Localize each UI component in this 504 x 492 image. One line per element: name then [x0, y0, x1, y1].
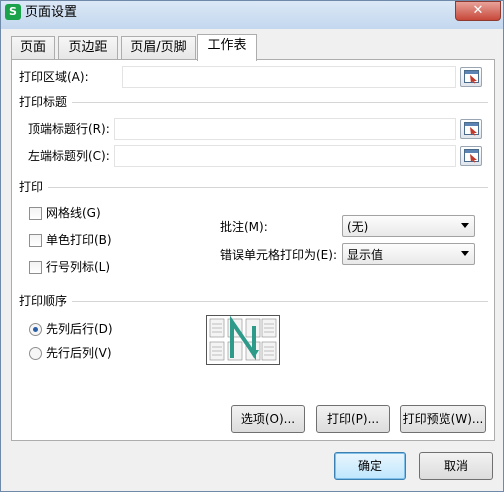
over-then-down-radio[interactable] [29, 347, 42, 360]
print-titles-heading: 打印标题 [19, 95, 68, 109]
dropdown-arrow-icon [461, 223, 469, 228]
tab-sheet[interactable]: 工作表 [197, 34, 257, 61]
range-select-icon [464, 149, 479, 163]
over-then-down-label: 先行后列(V) [46, 346, 112, 360]
down-then-over-radio[interactable] [29, 323, 42, 336]
wps-app-icon: S [5, 4, 21, 20]
print-titles-divider [72, 102, 488, 103]
print-area-picker-button[interactable] [460, 67, 482, 87]
row-col-headings-checkbox[interactable] [29, 261, 42, 274]
page-order-illustration [209, 315, 277, 361]
gridlines-label: 网格线(G) [46, 206, 101, 220]
tab-margins[interactable]: 页边距 [58, 36, 118, 60]
left-cols-picker-button[interactable] [460, 146, 482, 166]
range-select-icon [464, 122, 479, 136]
window-title: 页面设置 [25, 5, 78, 20]
dropdown-arrow-icon [461, 251, 469, 256]
gridlines-checkbox[interactable] [29, 207, 42, 220]
black-white-checkbox[interactable] [29, 234, 42, 247]
print-heading: 打印 [19, 180, 44, 194]
cell-errors-label: 错误单元格打印为(E): [220, 248, 337, 262]
options-button[interactable]: 选项(O)... [231, 405, 305, 433]
comments-value: (无) [347, 220, 369, 234]
top-title-rows-input[interactable] [114, 118, 456, 140]
page-setup-dialog: S 页面设置 ✕ 页面 页边距 页眉/页脚 工作表 打印区域(A): 打印标题 … [0, 0, 504, 492]
top-rows-label: 顶端标题行(R): [28, 122, 110, 136]
down-then-over-label: 先列后行(D) [46, 322, 113, 336]
ok-button[interactable]: 确定 [334, 452, 406, 480]
top-rows-picker-button[interactable] [460, 119, 482, 139]
cell-errors-select[interactable]: 显示值 [342, 243, 475, 265]
comments-label: 批注(M): [220, 220, 268, 234]
page-order-heading: 打印顺序 [19, 294, 68, 308]
left-cols-label: 左端标题列(C): [28, 149, 110, 163]
print-divider [48, 187, 488, 188]
close-button[interactable]: ✕ [455, 1, 501, 21]
black-white-label: 单色打印(B) [46, 233, 112, 247]
cancel-button[interactable]: 取消 [419, 452, 493, 480]
tab-page[interactable]: 页面 [11, 36, 55, 60]
row-col-headings-label: 行号列标(L) [46, 260, 111, 274]
print-preview-button[interactable]: 打印预览(W)... [400, 405, 486, 433]
page-order-preview [206, 315, 280, 365]
tab-header-footer[interactable]: 页眉/页脚 [121, 36, 196, 60]
range-select-icon [464, 70, 479, 84]
cell-errors-value: 显示值 [347, 248, 384, 262]
print-button[interactable]: 打印(P)... [316, 405, 390, 433]
sheet-tab-panel: 打印区域(A): 打印标题 顶端标题行(R): 左端标题列(C): 打印 网格线… [11, 59, 495, 441]
print-area-label: 打印区域(A): [19, 70, 89, 84]
print-area-input[interactable] [122, 66, 456, 88]
comments-select[interactable]: (无) [342, 215, 475, 237]
left-title-cols-input[interactable] [114, 145, 456, 167]
page-order-divider [72, 301, 488, 302]
title-bar: S 页面设置 ✕ [1, 1, 503, 29]
